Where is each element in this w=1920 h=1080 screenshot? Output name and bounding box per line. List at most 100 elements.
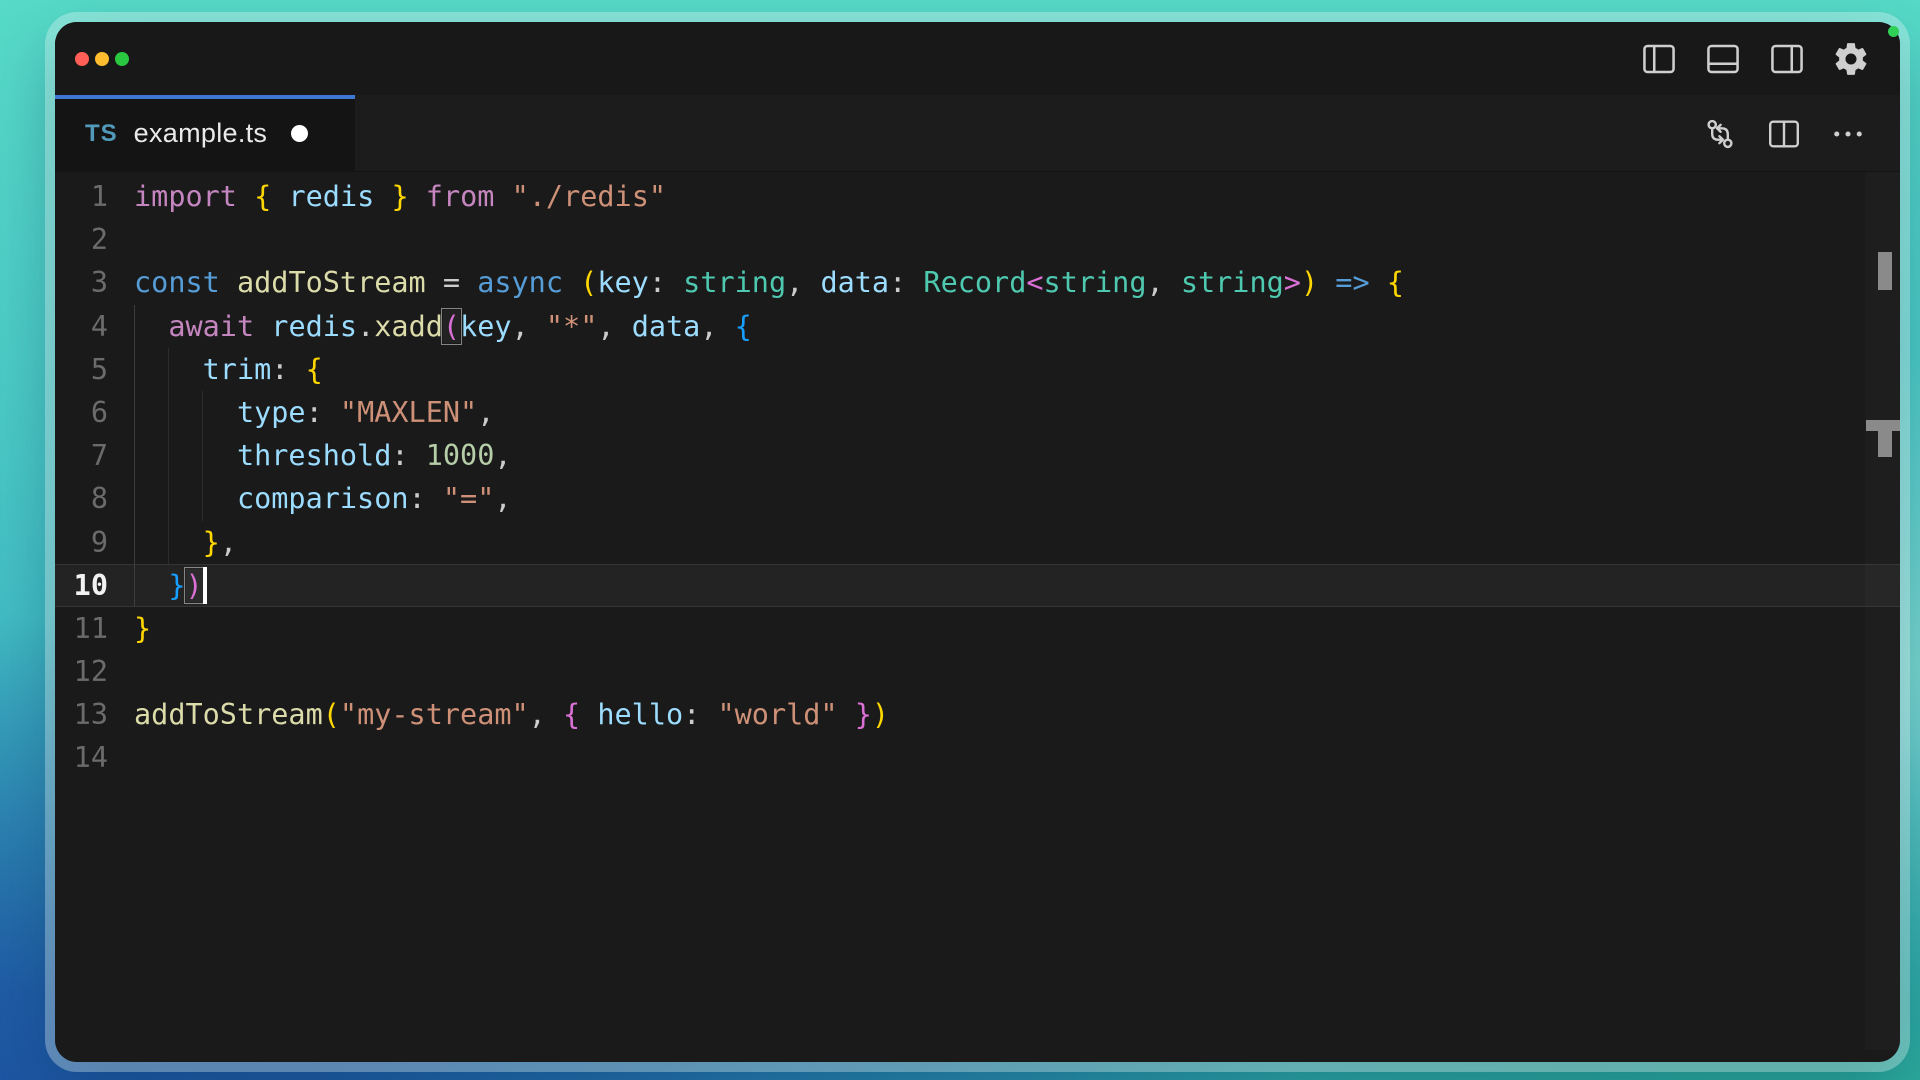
code-line[interactable]: }) [134, 564, 1860, 607]
code-token: : [683, 698, 717, 731]
code-token: addToStream [134, 698, 323, 731]
code-token: : [271, 353, 305, 386]
tab-example-ts[interactable]: TS example.ts [55, 95, 355, 172]
code-token: import [134, 180, 237, 213]
code-line[interactable] [134, 218, 1860, 261]
more-actions-icon[interactable] [1830, 116, 1866, 152]
code-token: { [563, 698, 580, 731]
line-number-gutter: 1234567891011121314 [55, 175, 108, 780]
code-line[interactable]: import { redis } from "./redis" [134, 175, 1860, 218]
code-token [563, 266, 580, 299]
code-line[interactable]: const addToStream = async (key: string, … [134, 261, 1860, 304]
code-token: => [1335, 266, 1369, 299]
code-token: , [1146, 266, 1180, 299]
code-token: , [220, 526, 237, 559]
code-token: } [855, 698, 872, 731]
code-token [374, 180, 391, 213]
toggle-secondary-sidebar-icon[interactable] [1768, 40, 1806, 78]
line-number[interactable]: 11 [55, 607, 108, 650]
unsaved-changes-dot-icon[interactable] [291, 125, 308, 142]
tab-title: example.ts [134, 118, 268, 149]
code-line[interactable]: }, [134, 521, 1860, 564]
code-line[interactable]: } [134, 607, 1860, 650]
code-token [134, 526, 203, 559]
code-line[interactable] [134, 650, 1860, 693]
code-token: ( [580, 266, 597, 299]
code-line[interactable]: comparison: "=", [134, 477, 1860, 520]
code-token: , [529, 698, 563, 731]
code-token: type [237, 396, 306, 429]
line-number[interactable]: 12 [55, 650, 108, 693]
code-token: trim [203, 353, 272, 386]
code-token: "./redis" [512, 180, 666, 213]
code-token [134, 439, 237, 472]
code-editor[interactable]: 1234567891011121314 import { redis } fro… [55, 172, 1900, 1062]
code-token: , [494, 482, 511, 515]
line-number[interactable]: 9 [55, 521, 108, 564]
vertical-scrollbar[interactable] [1865, 172, 1900, 1050]
line-number[interactable]: 14 [55, 736, 108, 779]
traffic-lights [75, 52, 130, 66]
code-token: data [632, 310, 701, 343]
line-number[interactable]: 5 [55, 348, 108, 391]
line-number[interactable]: 4 [55, 305, 108, 348]
code-token: "=" [443, 482, 494, 515]
line-number[interactable]: 7 [55, 434, 108, 477]
code-token [494, 180, 511, 213]
code-line[interactable]: await redis.xadd(key, "*", data, { [134, 305, 1860, 348]
code-token [134, 569, 168, 602]
code-token: > [1284, 266, 1301, 299]
code-token: string [1181, 266, 1284, 299]
recording-indicator-dot [1888, 26, 1899, 37]
minimize-button[interactable] [95, 52, 109, 66]
toggle-primary-sidebar-icon[interactable] [1640, 40, 1678, 78]
line-number[interactable]: 3 [55, 261, 108, 304]
toggle-panel-icon[interactable] [1704, 40, 1742, 78]
code-token: key [460, 310, 511, 343]
code-token: key [597, 266, 648, 299]
code-token: { [1387, 266, 1404, 299]
line-number[interactable]: 1 [55, 175, 108, 218]
line-number[interactable]: 6 [55, 391, 108, 434]
code-token: async [477, 266, 563, 299]
close-button[interactable] [75, 52, 89, 66]
code-token [838, 698, 855, 731]
code-token: string [1044, 266, 1147, 299]
code-token [580, 698, 597, 731]
line-number[interactable]: 2 [55, 218, 108, 261]
code-token: : [649, 266, 683, 299]
code-line[interactable]: type: "MAXLEN", [134, 391, 1860, 434]
code-token: ) [872, 698, 889, 731]
code-line[interactable] [134, 736, 1860, 779]
code-token: < [1026, 266, 1043, 299]
code-token: : [391, 439, 425, 472]
overview-ruler-mark [1878, 431, 1892, 457]
code-line[interactable]: threshold: 1000, [134, 434, 1860, 477]
code-token: await [168, 310, 254, 343]
code-line[interactable]: trim: { [134, 348, 1860, 391]
code-line[interactable]: addToStream("my-stream", { hello: "world… [134, 693, 1860, 736]
code-token: } [203, 526, 220, 559]
settings-gear-icon[interactable] [1832, 40, 1870, 78]
code-token: 1000 [426, 439, 495, 472]
code-token: Record [923, 266, 1026, 299]
typescript-file-icon: TS [85, 120, 118, 148]
code-token: redis [271, 310, 357, 343]
line-number[interactable]: 8 [55, 477, 108, 520]
code-content[interactable]: import { redis } from "./redis" const add… [134, 175, 1860, 780]
code-token: threshold [237, 439, 391, 472]
code-token: : [409, 482, 443, 515]
open-changes-icon[interactable] [1702, 116, 1738, 152]
line-number[interactable]: 10 [55, 564, 108, 607]
zoom-button[interactable] [115, 52, 129, 66]
code-token: , [700, 310, 734, 343]
code-token: , [512, 310, 546, 343]
code-token: . [357, 310, 374, 343]
code-token: ( [443, 310, 460, 343]
split-editor-icon[interactable] [1766, 116, 1802, 152]
line-number[interactable]: 13 [55, 693, 108, 736]
code-token [409, 180, 426, 213]
titlebar[interactable] [55, 22, 1900, 95]
code-token [271, 180, 288, 213]
code-token [134, 396, 237, 429]
